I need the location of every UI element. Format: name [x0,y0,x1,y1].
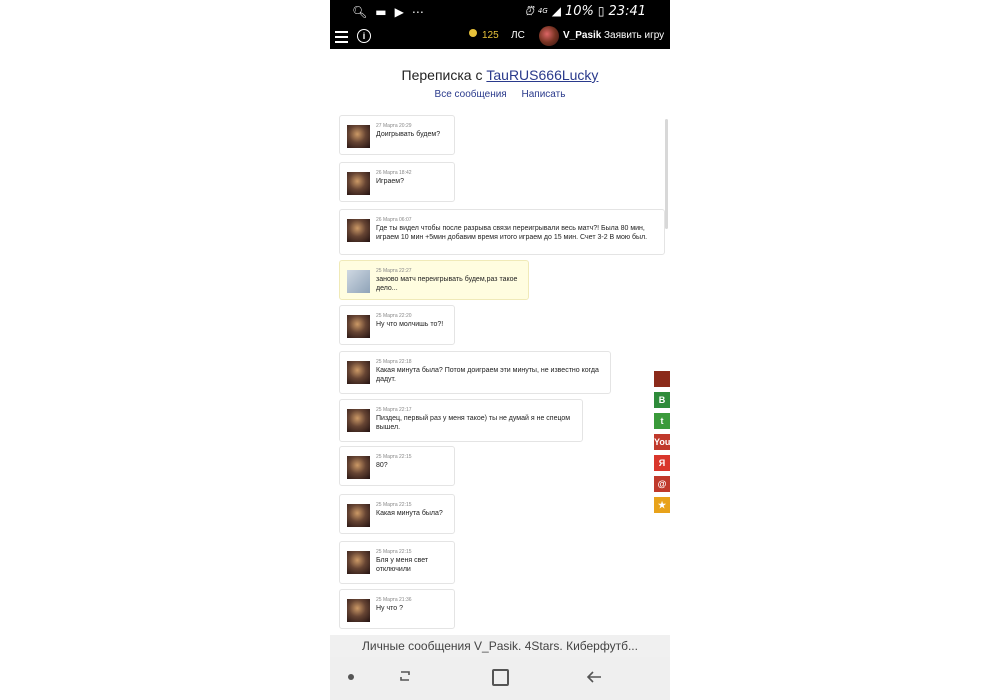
search-icon: 🔍︎ [352,5,368,19]
user-avatar[interactable] [539,26,559,46]
message-avatar[interactable] [347,125,370,148]
share-hat-icon[interactable] [654,371,670,387]
message-item: 26 Марта 06:07 Где ты видел чтобы после р… [339,209,665,255]
message-text: Пиздец, первый раз у меня такое) ты не д… [376,415,571,431]
message-item: 26 Марта 18:42 Играем? [339,162,455,202]
message-item: 25 Марта 22:15 Бля у меня свет отключили [339,541,455,584]
status-bar: 🔍︎ ▬ ▶ ⋯ ⏰︎ 4G ◢ 10% ▯ 23:41 [330,0,670,24]
write-link[interactable]: Написать [522,89,566,100]
home-icon[interactable] [492,669,509,686]
hamburger-menu-icon[interactable] [335,28,348,44]
page-title: Переписка с TauRUS666Lucky [330,67,670,83]
signal-icon: ◢ [551,4,562,18]
message-date: 25 Марта 22:18 [376,359,412,365]
share-mail-icon[interactable]: @ [654,476,670,492]
alarm-icon: ⏰︎ [524,4,534,18]
declare-game-button[interactable]: Заявить игру [604,30,664,41]
message-date: 26 Марта 06:07 [376,217,412,223]
message-avatar[interactable] [347,599,370,622]
message-date: 25 Марта 22:20 [376,313,412,319]
youtube-icon: ▶ [394,5,404,19]
message-avatar[interactable] [347,504,370,527]
message-avatar[interactable] [347,219,370,242]
message-text: Бля у меня свет отключили [376,557,429,573]
share-yandex-icon[interactable]: Я [654,455,670,471]
share-twitter-icon[interactable]: t [654,413,670,429]
message-date: 27 Марта 20:29 [376,123,412,129]
message-text: Ну что молчишь то?! [376,321,444,328]
message-avatar[interactable] [347,172,370,195]
info-icon[interactable]: i [357,29,371,43]
message-item: 25 Марта 22:17 Пиздец, первый раз у меня … [339,399,583,442]
page-title-bar[interactable]: Личные сообщения V_Pasik. 4Stars. Киберф… [330,635,670,657]
message-avatar[interactable] [347,409,370,432]
status-left-icons: 🔍︎ ▬ ▶ ⋯ [352,4,424,20]
clock: 23:41 [608,3,646,19]
message-date: 25 Марта 22:15 [376,454,412,460]
message-item: 25 Марта 22:20 Ну что молчишь то?! [339,305,455,345]
message-date: 26 Марта 18:42 [376,170,412,176]
username-link[interactable]: V_Pasik [563,30,601,41]
message-avatar[interactable] [347,315,370,338]
coin-icon [469,29,477,37]
message-text: Играем? [376,178,404,185]
message-text: заново матч переигрывать будем,раз такое… [376,276,518,292]
message-date: 25 Марта 22:15 [376,502,412,508]
more-icon: ⋯ [411,5,424,19]
share-youtube-icon[interactable]: You [654,434,670,450]
message-avatar[interactable] [347,361,370,384]
message-date: 25 Марта 21:36 [376,597,412,603]
message-date: 25 Марта 22:27 [376,268,412,274]
message-avatar[interactable] [347,456,370,479]
message-text: Ну что ? [376,605,404,612]
scrollbar[interactable] [665,119,668,229]
message-text: Где ты видел чтобы после разрыва связи п… [376,225,648,241]
message-item: 25 Марта 22:15 80? [339,446,455,486]
message-item: 25 Марта 22:15 Какая минута была? [339,494,455,534]
message-text: Какая минута была? Потом доиграем эти ми… [376,367,599,383]
sub-links: Все сообщения Написать [330,89,670,100]
app-header: i 125 ЛС V_Pasik Заявить игру [330,24,670,49]
message-text: Доигрывать будем? [376,131,441,138]
correspondent-link[interactable]: TauRUS666Lucky [486,67,598,83]
back-arrow-icon[interactable] [586,669,602,685]
message-icon: ▬ [375,5,387,19]
status-right: ⏰︎ 4G ◢ 10% ▯ 23:41 [525,3,646,19]
messages-page: Переписка с TauRUS666Lucky Все сообщения… [330,49,670,635]
share-star-icon[interactable]: ★ [654,497,670,513]
message-item: 25 Марта 22:18 Какая минута была? Потом д… [339,351,611,394]
message-item: 27 Марта 20:29 Доигрывать будем? [339,115,455,155]
page-title-prefix: Переписка с [401,67,483,83]
message-item: 25 Марта 22:27 заново матч переигрывать б… [339,260,529,300]
nav-dot-icon[interactable] [348,674,354,680]
coin-balance: 125 [482,30,499,41]
android-nav-bar [330,657,670,700]
message-avatar[interactable] [347,270,370,293]
battery-icon: ▯ [597,4,605,18]
phone-screen: 🔍︎ ▬ ▶ ⋯ ⏰︎ 4G ◢ 10% ▯ 23:41 i 125 ЛС V_… [330,0,670,700]
message-avatar[interactable] [347,551,370,574]
all-messages-link[interactable]: Все сообщения [435,89,507,100]
message-date: 25 Марта 22:17 [376,407,412,413]
message-item: 25 Марта 21:36 Ну что ? [339,589,455,629]
battery-percent: 10% [565,3,594,19]
recent-apps-icon[interactable] [398,669,412,683]
private-messages-link[interactable]: ЛС [511,30,525,41]
message-text: 80? [376,462,388,469]
message-date: 25 Марта 22:15 [376,549,412,555]
share-vk-icon[interactable]: B [654,392,670,408]
network-type: 4G [537,7,548,15]
message-text: Какая минута была? [376,510,443,517]
